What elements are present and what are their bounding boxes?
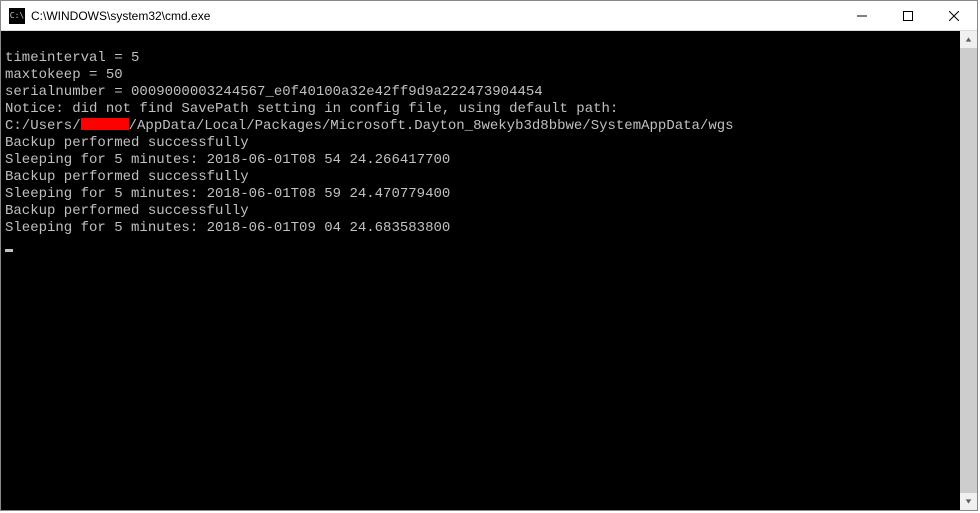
- scroll-down-arrow[interactable]: [960, 493, 977, 510]
- window-title: C:\WINDOWS\system32\cmd.exe: [31, 9, 839, 23]
- cmd-window: C:\ C:\WINDOWS\system32\cmd.exe timeinte…: [0, 0, 978, 511]
- titlebar[interactable]: C:\ C:\WINDOWS\system32\cmd.exe: [1, 1, 977, 31]
- terminal-line: serialnumber = 0009000003244567_e0f40100…: [5, 84, 960, 101]
- terminal-line: Notice: did not find SavePath setting in…: [5, 101, 960, 118]
- terminal-line: [5, 33, 960, 50]
- close-button[interactable]: [931, 1, 977, 31]
- terminal-line: Sleeping for 5 minutes: 2018-06-01T08 59…: [5, 186, 960, 203]
- terminal-line: Backup performed successfully: [5, 169, 960, 186]
- redacted-username: [81, 118, 129, 130]
- window-controls: [839, 1, 977, 30]
- terminal-line: maxtokeep = 50: [5, 67, 960, 84]
- terminal-area: timeinterval = 5maxtokeep = 50serialnumb…: [1, 31, 977, 510]
- terminal-output[interactable]: timeinterval = 5maxtokeep = 50serialnumb…: [1, 31, 960, 510]
- scroll-thumb[interactable]: [960, 48, 977, 493]
- scroll-up-arrow[interactable]: [960, 31, 977, 48]
- maximize-button[interactable]: [885, 1, 931, 31]
- terminal-line: Sleeping for 5 minutes: 2018-06-01T09 04…: [5, 220, 960, 237]
- terminal-line: Backup performed successfully: [5, 203, 960, 220]
- terminal-line: Backup performed successfully: [5, 135, 960, 152]
- cmd-icon: C:\: [9, 8, 25, 24]
- terminal-line: Sleeping for 5 minutes: 2018-06-01T08 54…: [5, 152, 960, 169]
- minimize-button[interactable]: [839, 1, 885, 31]
- terminal-line: timeinterval = 5: [5, 50, 960, 67]
- vertical-scrollbar[interactable]: [960, 31, 977, 510]
- scroll-track[interactable]: [960, 48, 977, 493]
- cursor: [5, 249, 13, 252]
- terminal-line: C:/Users//AppData/Local/Packages/Microso…: [5, 118, 960, 135]
